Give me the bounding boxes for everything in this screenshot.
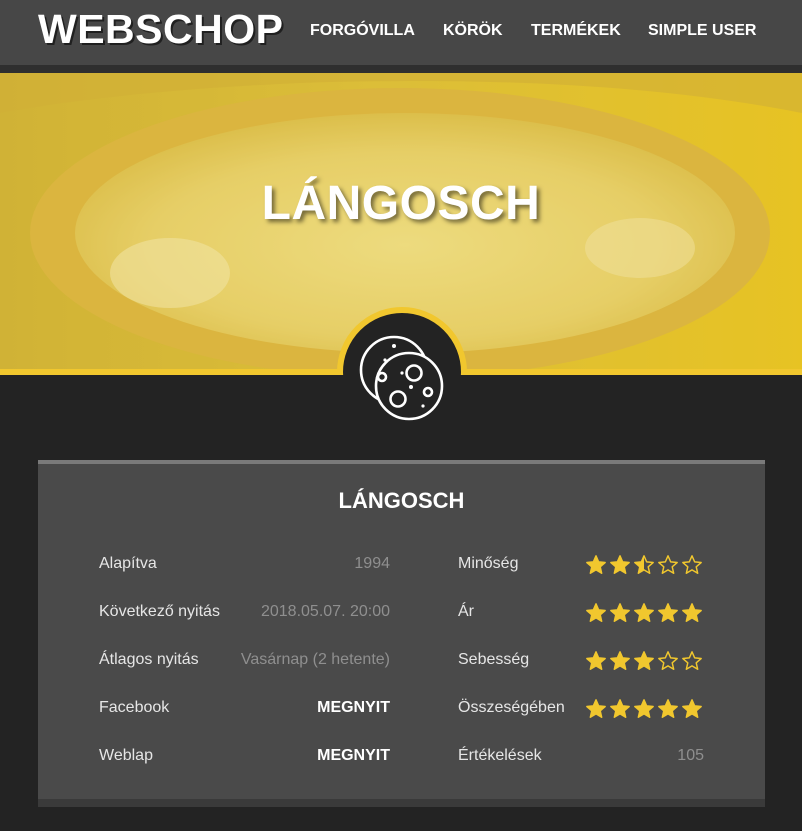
nav-termekek[interactable]: TERMÉKEK [531,22,621,40]
star-filled-icon [610,603,630,622]
quality-stars [585,554,703,576]
average-opening-label: Átlagos nyitás [99,651,199,668]
overall-stars [585,698,703,720]
card-footer-strip [38,799,765,807]
star-filled-icon [610,651,630,670]
star-empty-icon [682,651,702,670]
header-divider [0,65,802,73]
star-empty-icon [682,555,702,574]
price-label: Ár [458,603,474,620]
star-filled-icon [658,699,678,718]
ratings-count-label: Értékelések [458,747,542,764]
nav-korok[interactable]: KÖRÖK [443,22,503,40]
speed-label: Sebesség [458,651,530,668]
facebook-label: Facebook [99,699,170,716]
next-opening-value: 2018.05.07. 20:00 [260,603,390,620]
nav-forgovilla[interactable]: FORGÓVILLA [310,22,415,40]
overall-label: Összeségében [458,699,565,716]
star-filled-icon [634,651,654,670]
cookies-icon [359,335,444,421]
ratings-count-value: 105 [677,747,704,764]
star-filled-icon [586,603,606,622]
nav-user[interactable]: SIMPLE USER [648,22,756,40]
info-card: LÁNGOSCH Alapítva 1994 Következő nyitás … [38,460,765,807]
star-filled-icon [610,699,630,718]
founded-value: 1994 [354,555,390,572]
star-filled-icon [634,699,654,718]
star-filled-icon [634,603,654,622]
star-half-icon [634,555,654,574]
star-filled-icon [682,603,702,622]
hero-title: LÁNGOSCH [261,177,541,230]
quality-label: Minőség [458,555,519,572]
founded-label: Alapítva [99,555,157,572]
card-title: LÁNGOSCH [338,488,465,513]
speed-stars [585,650,703,672]
price-stars [585,602,703,624]
website-open-link[interactable]: MEGNYIT [230,747,390,765]
star-filled-icon [682,699,702,718]
star-filled-icon [610,555,630,574]
facebook-open-link[interactable]: MEGNYIT [230,699,390,717]
star-empty-icon [658,555,678,574]
star-empty-icon [658,651,678,670]
star-filled-icon [586,555,606,574]
star-filled-icon [658,603,678,622]
star-filled-icon [586,699,606,718]
logo[interactable]: WEBSCHOP [38,6,283,53]
top-navbar: WEBSCHOP FORGÓVILLA KÖRÖK TERMÉKEK SIMPL… [0,0,802,65]
star-filled-icon [586,651,606,670]
website-label: Weblap [99,747,153,764]
average-opening-value: Vasárnap (2 hetente) [240,651,390,668]
next-opening-label: Következő nyitás [99,603,220,620]
